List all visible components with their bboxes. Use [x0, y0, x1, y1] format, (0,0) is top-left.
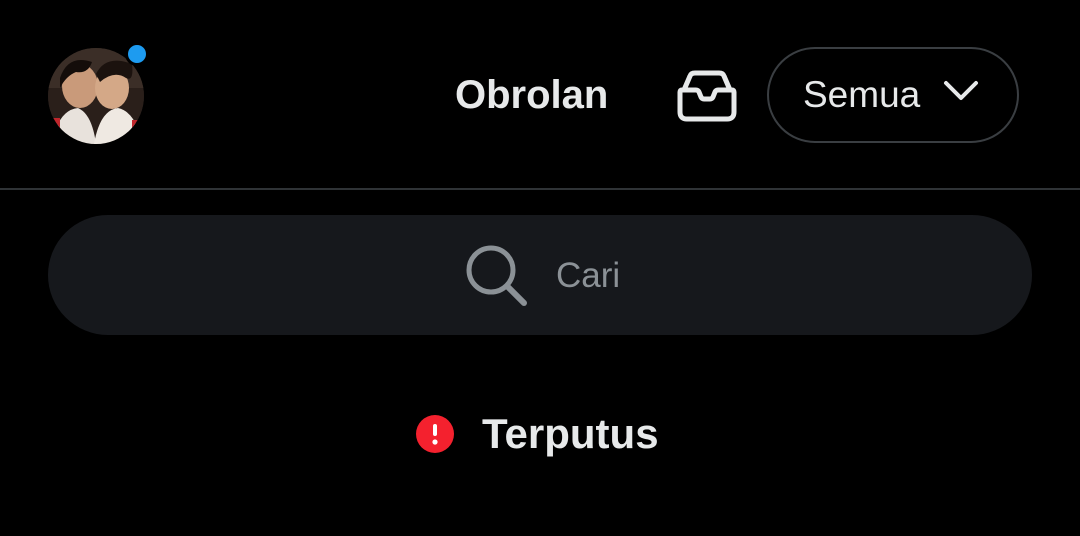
search-icon [466, 245, 527, 306]
search-input[interactable] [556, 252, 976, 300]
filter-label: Semua [803, 74, 921, 115]
chevron-down-icon [944, 81, 978, 100]
status-text: Terputus [482, 410, 659, 457]
filter-dropdown[interactable]: Semua [767, 47, 1019, 143]
notification-dot [125, 42, 149, 66]
inbox-tray-icon [677, 70, 737, 122]
connection-status: Terputus [416, 408, 659, 460]
inbox-button[interactable] [674, 68, 740, 124]
avatar-button[interactable] [48, 42, 149, 144]
alert-icon [416, 415, 454, 453]
top-bar: Obrolan Semua [0, 0, 1080, 190]
page-title: Obrolan [455, 73, 609, 117]
